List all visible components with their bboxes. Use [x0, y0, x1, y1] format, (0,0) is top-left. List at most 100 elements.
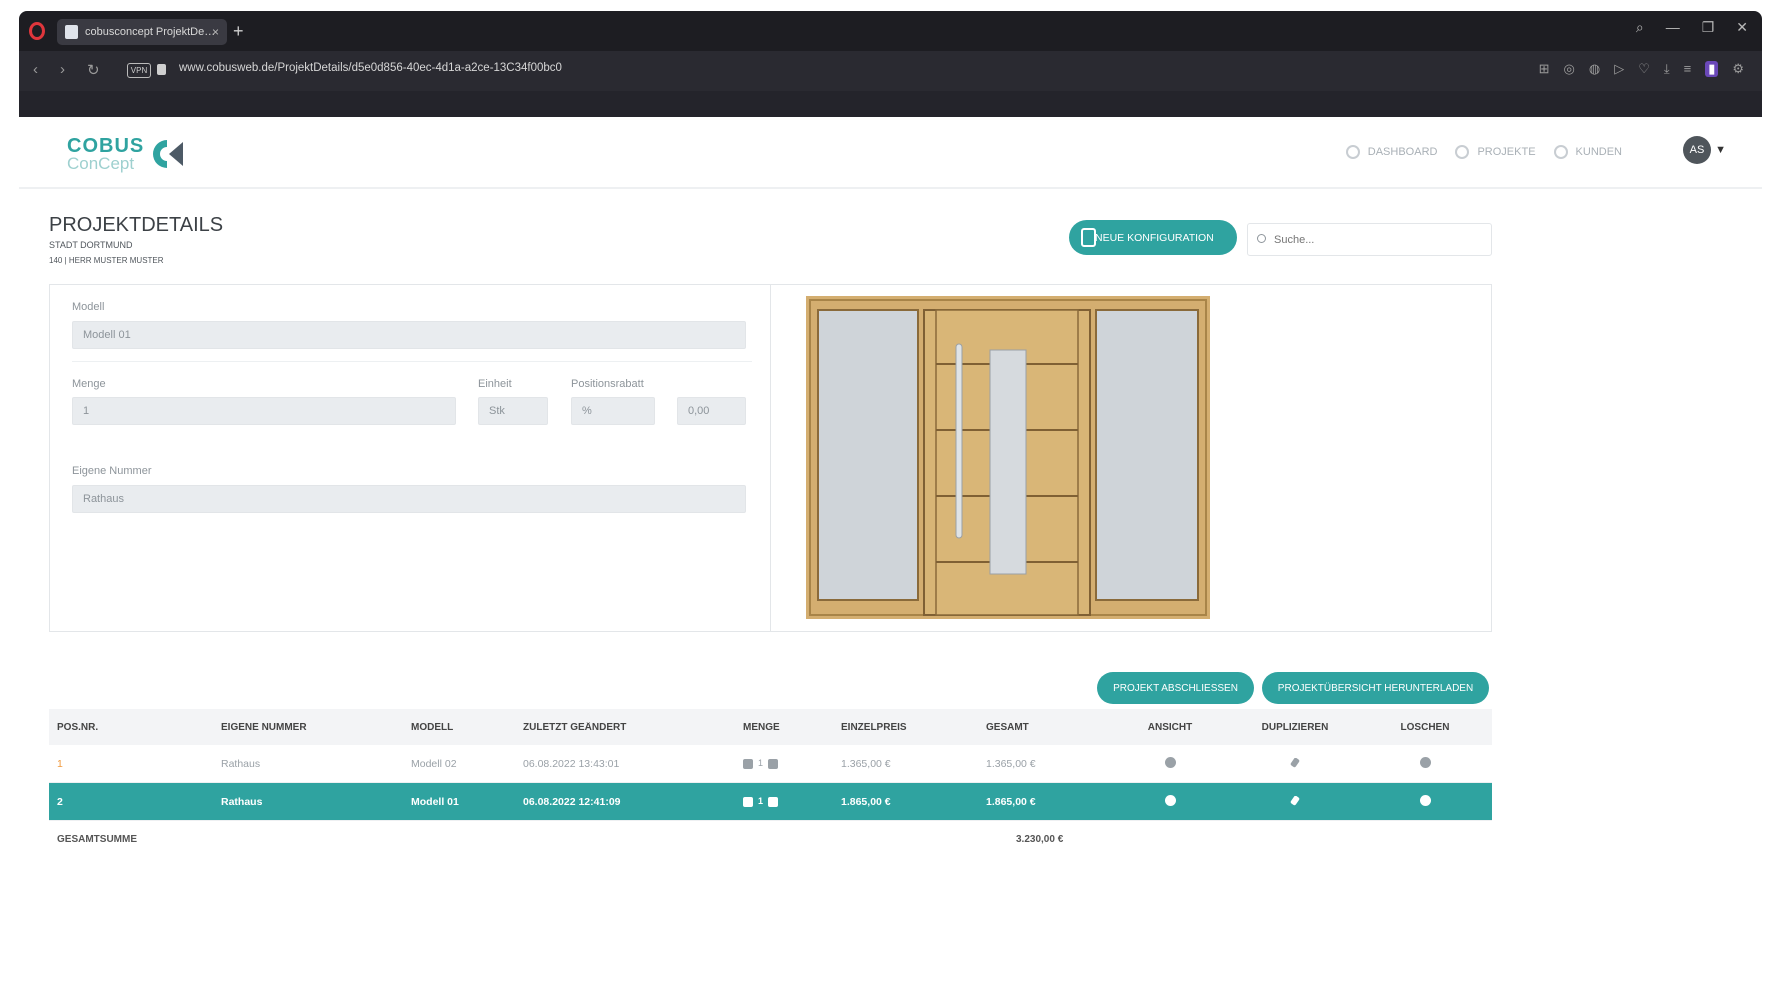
forward-icon[interactable]: › — [60, 61, 65, 79]
cell-pos: 2 — [57, 795, 63, 808]
eigene-nummer-field[interactable]: Rathaus — [72, 485, 746, 513]
settings-icon[interactable]: ⚙ — [1732, 61, 1744, 77]
app-header: COBUS ConCept DASHBOARD PROJEKTE KUNDEN … — [19, 117, 1762, 189]
header-menge[interactable]: MENGE — [743, 722, 841, 733]
logo-top-text: COBUS — [67, 135, 145, 157]
menge-field[interactable]: 1 — [72, 397, 456, 425]
search-input[interactable] — [1247, 223, 1492, 256]
customers-icon — [1553, 145, 1568, 159]
modell-label: Modell — [72, 301, 105, 313]
cell-ansicht — [1110, 794, 1230, 809]
detail-card: Modell Modell 01 Menge 1 Einheit Stk Pos… — [49, 284, 1492, 632]
heart-icon[interactable]: ♡ — [1638, 61, 1650, 77]
extension-icon[interactable]: ▮ — [1705, 61, 1719, 77]
cell-geaendert: 06.08.2022 12:41:09 — [523, 795, 621, 808]
opera-logo-icon[interactable] — [29, 22, 45, 40]
bookmark-icon[interactable]: ⊞ — [1539, 61, 1550, 77]
chevron-down-icon[interactable]: ▼ — [1715, 144, 1726, 156]
minimize-icon[interactable]: — — [1666, 19, 1680, 36]
rabatt-unit-field[interactable]: % — [571, 397, 655, 425]
decrease-icon[interactable] — [743, 758, 753, 769]
back-icon[interactable]: ‹ — [33, 61, 38, 79]
lock-icon[interactable] — [157, 64, 166, 75]
increase-icon[interactable] — [768, 796, 779, 807]
view-icon[interactable] — [1164, 794, 1176, 806]
cobus-logo[interactable]: COBUS ConCept — [67, 135, 183, 173]
header-eigene-nummer[interactable]: EIGENE NUMMER — [221, 722, 411, 733]
header-einzelpreis[interactable]: EINZELPREIS — [841, 722, 986, 733]
cell-eigene-nummer: Rathaus — [221, 757, 261, 770]
sum-label: GESAMTSUMME — [57, 833, 137, 845]
cell-duplizieren — [1230, 795, 1360, 808]
nav-projekte[interactable]: PROJEKTE — [1455, 145, 1536, 159]
window-controls: ⌕ — ❐ ✕ — [1636, 19, 1748, 36]
search-tabs-icon[interactable]: ⌕ — [1636, 19, 1644, 36]
nav-kunden-label: KUNDEN — [1575, 146, 1622, 158]
einheit-field[interactable]: Stk — [478, 397, 548, 425]
avatar[interactable]: AS — [1683, 136, 1711, 164]
delete-icon[interactable] — [1419, 756, 1431, 768]
tab-close-icon[interactable]: × — [212, 19, 219, 45]
cell-geaendert: 06.08.2022 13:43:01 — [523, 757, 620, 770]
download-overview-button[interactable]: PROJEKTÜBERSICHT HERUNTERLADEN — [1262, 672, 1489, 704]
cell-menge: 1 — [743, 796, 841, 808]
close-window-icon[interactable]: ✕ — [1736, 19, 1748, 36]
delete-icon[interactable] — [1419, 794, 1431, 806]
cell-duplizieren — [1230, 757, 1360, 770]
header-ansicht: ANSICHT — [1147, 721, 1193, 733]
cell-ansicht — [1110, 756, 1230, 771]
projects-icon — [1455, 145, 1470, 159]
separator — [72, 361, 752, 362]
play-icon[interactable]: ▷ — [1614, 61, 1624, 77]
shield-icon[interactable]: ◍ — [1589, 61, 1600, 77]
logo-mark-icon — [153, 140, 183, 168]
camera-icon[interactable]: ◎ — [1564, 61, 1575, 77]
nav-dashboard[interactable]: DASHBOARD — [1345, 145, 1438, 159]
url-field[interactable]: www.cobusweb.de/ProjektDetails/d5e0d856-… — [179, 62, 562, 74]
eigene-nummer-label: Eigene Nummer — [72, 465, 152, 477]
table-row-selected[interactable]: 2 Rathaus Modell 01 06.08.2022 12:41:09 … — [49, 783, 1492, 821]
cell-gesamt: 1.365,00 € — [986, 757, 1036, 770]
project-contact: 140 | HERR MUSTER MUSTER — [49, 256, 164, 265]
header-duplizieren: DUPLIZIEREN — [1261, 721, 1329, 733]
header-gesamt[interactable]: GESAMT — [986, 722, 1110, 733]
cell-loeschen — [1360, 756, 1490, 771]
decrease-icon[interactable] — [743, 796, 753, 807]
dashboard-icon — [1345, 145, 1360, 159]
table-row[interactable]: 1 Rathaus Modell 02 06.08.2022 13:43:01 … — [49, 745, 1492, 783]
duplicate-icon[interactable] — [1289, 795, 1301, 806]
project-city: STADT DORTMUND — [49, 240, 133, 250]
duplicate-icon[interactable] — [1289, 757, 1301, 768]
vpn-badge-icon[interactable]: VPN — [127, 63, 151, 78]
header-modell[interactable]: MODELL — [411, 722, 523, 733]
view-icon[interactable] — [1164, 756, 1176, 768]
cell-gesamt: 1.865,00 € — [986, 795, 1036, 808]
quantity-value: 1 — [758, 757, 764, 768]
cell-eigene-nummer: Rathaus — [221, 795, 263, 808]
download-icon[interactable]: ⤓ — [1664, 61, 1670, 77]
extension-icons: ⊞ ◎ ◍ ▷ ♡ ⤓ ≡ ▮ ⚙ — [1539, 61, 1744, 77]
rabatt-value-field[interactable]: 0,00 — [677, 397, 746, 425]
cell-loeschen — [1360, 794, 1490, 809]
table-sum-row: GESAMTSUMME 3.230,00 € — [49, 821, 1492, 857]
browser-tab[interactable]: cobusconcept ProjektDe… × — [57, 19, 227, 45]
cell-modell: Modell 02 — [411, 757, 457, 770]
menu-icon[interactable]: ≡ — [1684, 61, 1692, 77]
header-pos[interactable]: POS.NR. — [49, 722, 221, 733]
table-header: POS.NR. EIGENE NUMMER MODELL ZULETZT GEÄ… — [49, 709, 1492, 745]
nav-dashboard-label: DASHBOARD — [1367, 146, 1438, 158]
nav-kunden[interactable]: KUNDEN — [1553, 145, 1622, 159]
increase-icon[interactable] — [768, 758, 779, 769]
quantity-value: 1 — [758, 795, 764, 806]
reload-icon[interactable]: ↻ — [87, 61, 100, 79]
modell-field[interactable]: Modell 01 — [72, 321, 746, 349]
cell-einzelpreis: 1.865,00 € — [841, 795, 891, 808]
door-preview-image — [806, 296, 1210, 619]
restore-icon[interactable]: ❐ — [1702, 19, 1715, 36]
cell-modell: Modell 01 — [411, 795, 459, 808]
new-tab-button[interactable]: + — [233, 19, 244, 43]
new-configuration-button[interactable]: NEUE KONFIGURATION — [1069, 220, 1237, 255]
bookmarks-strip — [19, 91, 1762, 117]
header-zuletzt-geaendert[interactable]: ZULETZT GEÄNDERT — [523, 722, 743, 733]
close-project-button[interactable]: PROJEKT ABSCHLIESSEN — [1097, 672, 1254, 704]
